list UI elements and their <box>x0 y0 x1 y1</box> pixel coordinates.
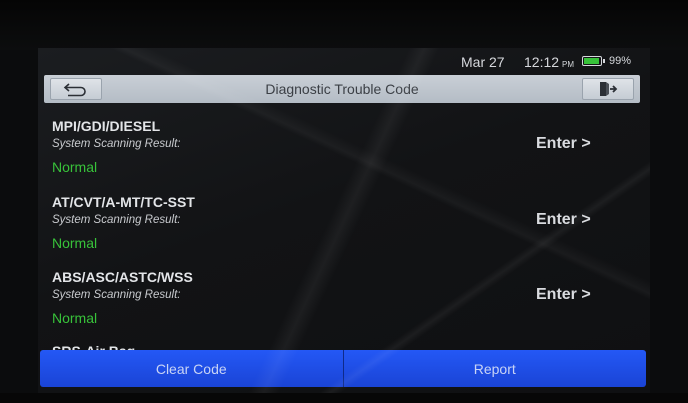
exit-button[interactable] <box>582 78 634 100</box>
system-status: Normal <box>52 310 98 326</box>
system-name: AT/CVT/A-MT/TC-SST <box>52 194 195 210</box>
page-title: Diagnostic Trouble Code <box>265 81 419 97</box>
device-screen: Mar 27 12:12 PM 99% Diagnostic Trouble Co… <box>38 48 650 393</box>
system-item-mpi[interactable]: MPI/GDI/DIESEL System Scanning Result: N… <box>52 118 632 194</box>
enter-button[interactable]: Enter > <box>536 135 591 153</box>
system-status: Normal <box>52 159 98 175</box>
status-ampm: PM <box>562 60 575 69</box>
system-name: ABS/ASC/ASTC/WSS <box>52 269 193 285</box>
battery-icon <box>582 56 605 66</box>
system-name: MPI/GDI/DIESEL <box>52 118 161 134</box>
enter-button[interactable]: Enter > <box>536 286 591 304</box>
device-bezel-top <box>0 0 688 50</box>
status-date: Mar 27 <box>461 54 505 70</box>
system-scan-label: System Scanning Result: <box>52 289 181 301</box>
enter-button[interactable]: Enter > <box>536 211 591 229</box>
battery-fill <box>584 58 599 64</box>
status-time: 12:12 PM <box>524 54 574 70</box>
title-bar: Diagnostic Trouble Code <box>44 75 640 103</box>
system-item-abs[interactable]: ABS/ASC/ASTC/WSS System Scanning Result:… <box>52 269 632 345</box>
clear-code-button[interactable]: Clear Code <box>40 350 344 387</box>
system-scan-label: System Scanning Result: <box>52 214 181 226</box>
report-button[interactable]: Report <box>343 350 646 387</box>
exit-door-icon <box>600 82 618 96</box>
device-bezel-bottom <box>0 393 688 403</box>
battery-percent: 99% <box>609 55 632 67</box>
status-time-value: 12:12 <box>524 54 560 70</box>
action-bar: Clear Code Report <box>40 350 646 387</box>
status-bar: Mar 27 12:12 PM 99% <box>38 48 650 74</box>
system-status: Normal <box>52 235 98 251</box>
system-item-at[interactable]: AT/CVT/A-MT/TC-SST System Scanning Resul… <box>52 194 632 270</box>
system-scan-label: System Scanning Result: <box>52 138 181 150</box>
